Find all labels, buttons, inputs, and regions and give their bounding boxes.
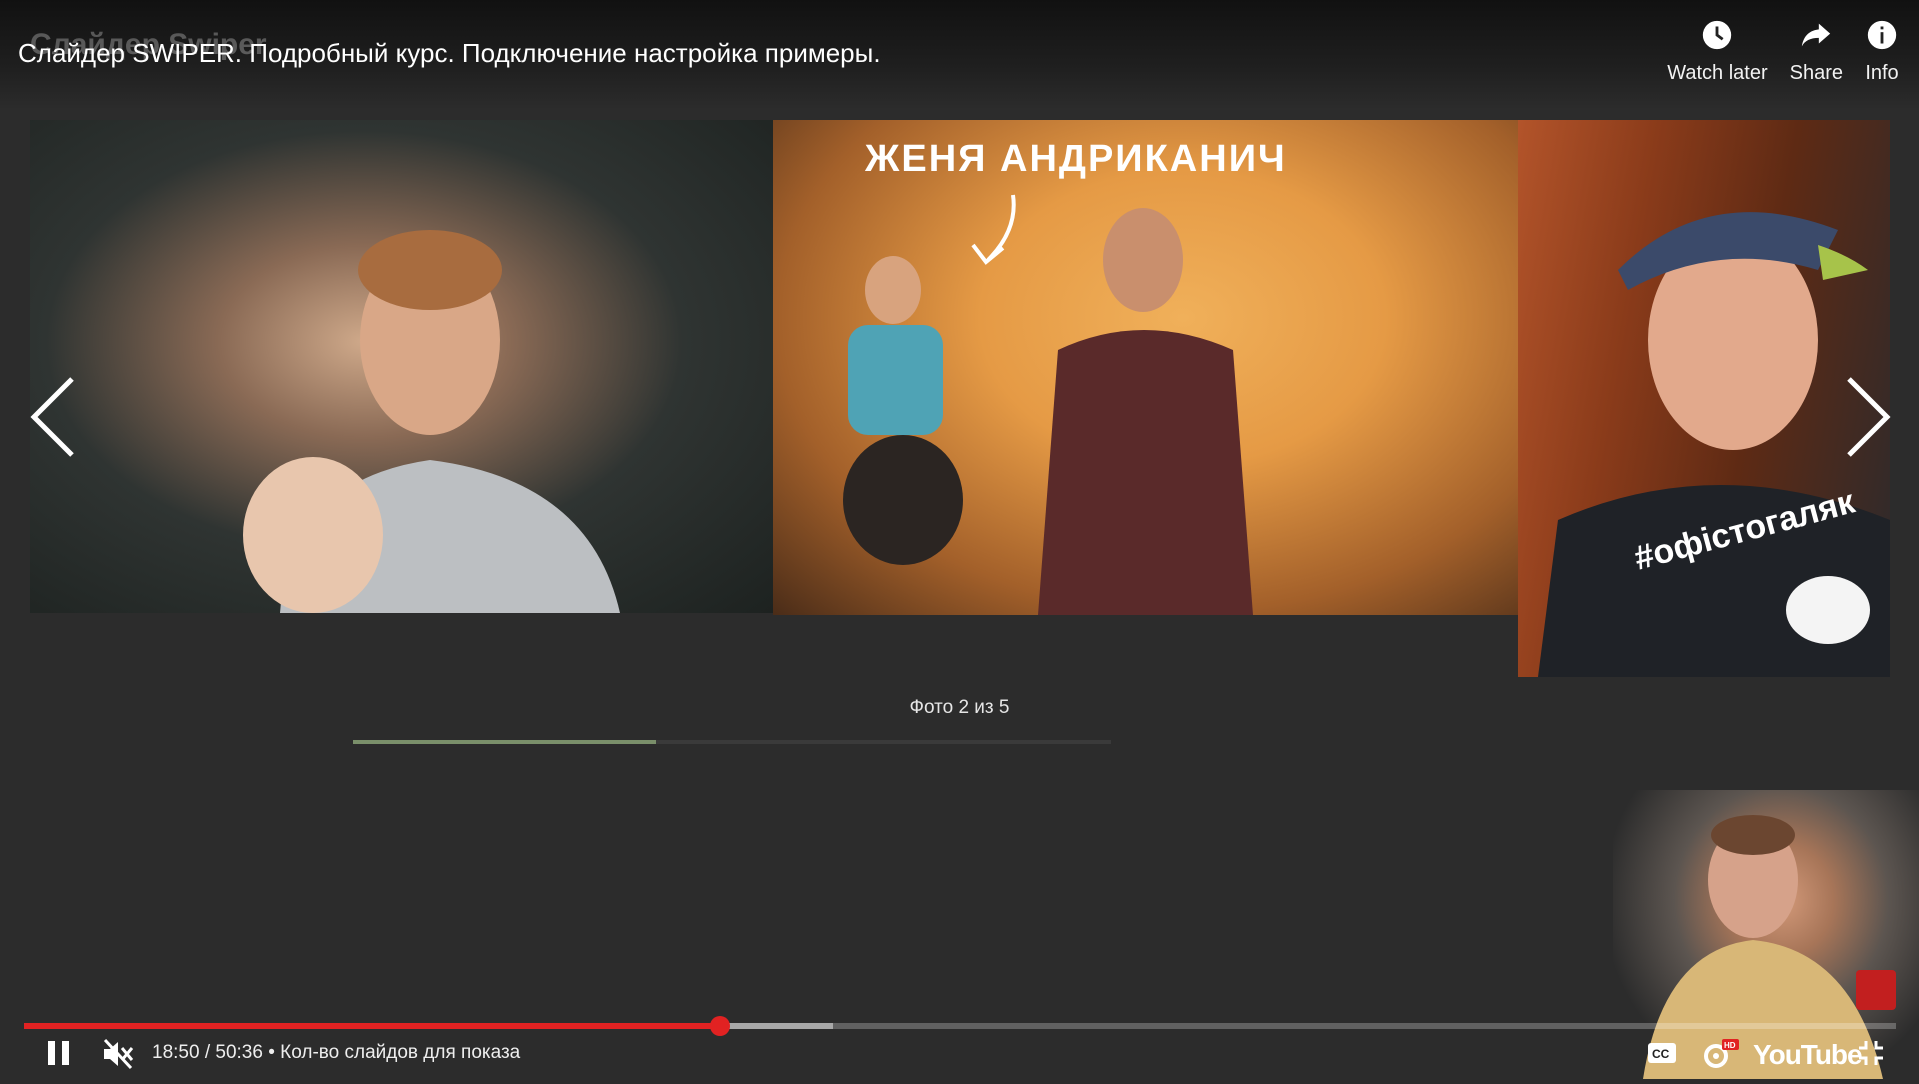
top-actions: Watch later Share Info: [1667, 18, 1899, 85]
chevron-right-icon: [1847, 377, 1891, 457]
chevron-left-icon: [30, 377, 74, 457]
slide-photo-man-with-baby[interactable]: [30, 120, 773, 613]
slide-illustration: [243, 230, 620, 613]
pause-icon: [48, 1041, 69, 1065]
watch-later-label: Watch later: [1667, 62, 1768, 84]
video-title[interactable]: Слайдер SWIPER. Подробный курс. Подключе…: [18, 38, 881, 69]
slider-prev-button[interactable]: [28, 375, 78, 459]
slider-progress-bar: [353, 740, 1111, 744]
time-display: 18:50 / 50:36 • Кол-во слайдов для показ…: [152, 1042, 521, 1063]
pause-button[interactable]: [46, 1038, 72, 1073]
mute-icon: [103, 1038, 134, 1070]
scrubber-handle[interactable]: [710, 1016, 731, 1036]
watch-later-button[interactable]: Watch later: [1667, 18, 1768, 85]
player-controls: 18:50 / 50:36 • Кол-во слайдов для показ…: [0, 1034, 1919, 1079]
buffered-segment: [720, 1023, 833, 1029]
info-icon: [1867, 20, 1897, 50]
youtube-logo[interactable]: YouTube: [1753, 1039, 1863, 1071]
captions-icon: CC: [1648, 1043, 1676, 1063]
slide-illustration: [843, 194, 1253, 615]
share-arrow-icon: [1802, 23, 1831, 47]
played-segment: [24, 1023, 721, 1029]
svg-text:HD: HD: [1724, 1041, 1736, 1050]
slider-next-button[interactable]: [1843, 375, 1893, 459]
subscribe-badge[interactable]: [1856, 970, 1896, 1010]
settings-hd-icon: HD: [1704, 1039, 1739, 1068]
info-label: Info: [1865, 62, 1899, 84]
share-label: Share: [1789, 62, 1843, 84]
exit-fullscreen-icon: [1859, 1041, 1883, 1065]
video-progress-bar[interactable]: [24, 1016, 1896, 1036]
svg-text:CC: CC: [1652, 1047, 1670, 1061]
clock-icon: [1703, 20, 1732, 50]
settings-button[interactable]: HD: [1702, 1038, 1740, 1075]
slide-caption: ЖЕНЯ АНДРИКАНИЧ: [865, 138, 1287, 180]
slide-counter: Фото 2 из 5: [909, 697, 1010, 718]
slide-photo-man-in-cap[interactable]: #офістогаляк: [1518, 120, 1890, 677]
exit-fullscreen-button[interactable]: [1856, 1038, 1886, 1073]
mute-button[interactable]: [101, 1038, 135, 1075]
captions-button[interactable]: CC: [1647, 1038, 1677, 1073]
slider-progress-fill: [353, 740, 657, 744]
share-button[interactable]: Share: [1790, 18, 1843, 85]
info-button[interactable]: Info: [1865, 18, 1899, 85]
slide-illustration: #офістогаляк: [1538, 212, 1890, 677]
slide-photo-man-on-stage[interactable]: ЖЕНЯ АНДРИКАНИЧ: [773, 120, 1518, 615]
